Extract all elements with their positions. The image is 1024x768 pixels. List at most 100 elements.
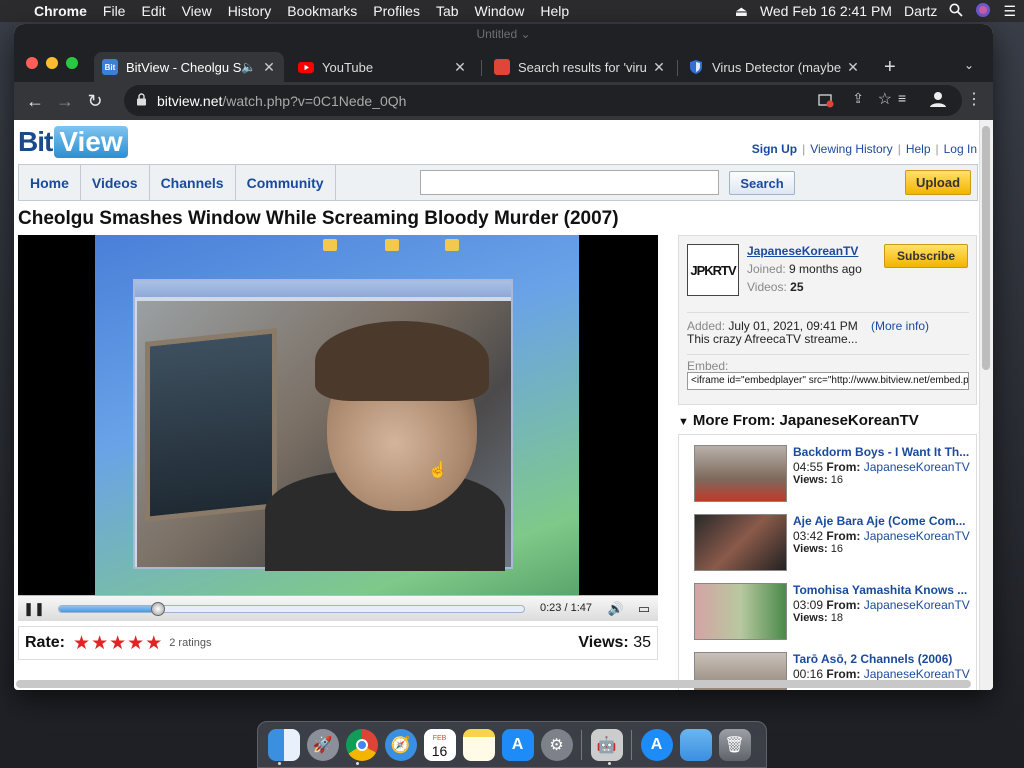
menu-app-name[interactable]: Chrome [26, 0, 95, 22]
finder-icon[interactable] [267, 728, 300, 761]
video-thumbnail[interactable] [694, 514, 787, 571]
tab-search-results[interactable]: Search results for 'viru ✕ [486, 52, 674, 82]
siri-icon[interactable] [975, 2, 991, 21]
menu-window[interactable]: Window [467, 0, 533, 22]
channel-link[interactable]: JapaneseKoreanTV [864, 598, 970, 612]
new-tab-icon[interactable]: + [884, 56, 896, 79]
menu-history[interactable]: History [220, 0, 280, 22]
video-thumbnail[interactable] [694, 583, 787, 640]
subscribe-button[interactable]: Subscribe [884, 244, 968, 268]
help-link[interactable]: Help [906, 142, 931, 156]
star-icon[interactable]: ★ [73, 634, 90, 653]
menu-view[interactable]: View [174, 0, 220, 22]
nav-community[interactable]: Community [236, 165, 336, 200]
menu-help[interactable]: Help [532, 0, 577, 22]
volume-icon[interactable]: 🔊 [602, 597, 630, 621]
blocked-popup-icon[interactable] [818, 92, 834, 111]
star-icon[interactable]: ★ [127, 634, 144, 653]
fullscreen-icon[interactable]: ▭ [630, 597, 658, 621]
zoom-window-button[interactable] [66, 57, 78, 69]
menu-datetime[interactable]: Wed Feb 16 2:41 PM [760, 3, 892, 19]
star-icon[interactable]: ★ [109, 634, 126, 653]
video-frame[interactable] [95, 235, 579, 595]
trash-icon[interactable]: 🗑 [718, 728, 751, 761]
minimize-window-button[interactable] [46, 57, 58, 69]
upload-button[interactable]: Upload [905, 170, 971, 195]
launchpad-icon[interactable]: 🚀 [306, 728, 339, 761]
close-tab-icon[interactable]: ✕ [844, 59, 862, 76]
seek-knob[interactable] [151, 602, 166, 616]
list-item[interactable]: Aje Aje Bara Aje (Come Com... 03:42 From… [679, 504, 976, 571]
lock-icon[interactable] [136, 92, 147, 109]
list-item[interactable]: Backdorm Boys - I Want It Th... 04:55 Fr… [679, 435, 976, 502]
star-icon[interactable]: ★ [91, 634, 108, 653]
related-video-title[interactable]: Backdorm Boys - I Want It Th... [793, 445, 973, 459]
sign-up-link[interactable]: Sign Up [752, 142, 797, 156]
menu-tab[interactable]: Tab [428, 0, 467, 22]
kebab-menu-icon[interactable]: ⋮ [966, 89, 982, 109]
search-button[interactable]: Search [729, 171, 795, 195]
scrollbar-thumb[interactable] [982, 126, 990, 370]
tab-youtube[interactable]: YouTube ✕ [290, 52, 475, 82]
channel-avatar[interactable]: JPKRTV [687, 244, 739, 296]
app-store-icon[interactable]: A [501, 728, 534, 761]
list-item[interactable]: Tomohisa Yamashita Knows ... 03:09 From:… [679, 573, 976, 640]
seek-bar[interactable] [58, 605, 525, 613]
safari-icon[interactable]: 🧭 [384, 728, 417, 761]
video-thumbnail[interactable] [694, 445, 787, 502]
menu-file[interactable]: File [95, 0, 134, 22]
related-video-title[interactable]: Aje Aje Bara Aje (Come Com... [793, 514, 973, 528]
calendar-icon[interactable]: FEB 16 [423, 728, 456, 761]
chrome-icon[interactable] [345, 728, 378, 761]
related-video-title[interactable]: Tarō Asō, 2 Channels (2006) [793, 652, 973, 666]
close-tab-icon[interactable]: ✕ [260, 59, 278, 76]
nav-home[interactable]: Home [19, 165, 81, 200]
log-in-link[interactable]: Log In [944, 142, 977, 156]
automator-icon[interactable]: 🤖 [590, 728, 623, 761]
viewing-history-link[interactable]: Viewing History [810, 142, 892, 156]
star-rating[interactable]: ★ ★ ★ ★ ★ [73, 634, 163, 653]
channel-name-link[interactable]: JapaneseKoreanTV [747, 244, 858, 258]
downloads-folder-icon[interactable] [679, 728, 712, 761]
vertical-scrollbar[interactable] [979, 120, 993, 690]
control-center-icon[interactable]: ☰ [1003, 3, 1016, 20]
eject-icon[interactable]: ⏏ [735, 3, 748, 20]
collapse-triangle-icon[interactable]: ▼ [678, 416, 689, 428]
share-icon[interactable]: ⇪ [852, 90, 864, 107]
related-video-title[interactable]: Tomohisa Yamashita Knows ... [793, 583, 973, 597]
bitview-logo[interactable]: Bit View [18, 126, 128, 158]
more-from-heading[interactable]: ▼ More From: JapaneseKoreanTV [678, 412, 919, 429]
horizontal-scrollbar[interactable] [16, 680, 971, 688]
reload-icon[interactable]: ↻ [80, 86, 110, 116]
menu-bookmarks[interactable]: Bookmarks [279, 0, 365, 22]
menu-user[interactable]: Dartz [904, 3, 937, 19]
nav-channels[interactable]: Channels [150, 165, 236, 200]
channel-link[interactable]: JapaneseKoreanTV [864, 667, 970, 681]
address-bar[interactable]: bitview.net/watch.php?v=0C1Nede_0Qh ⇪ ☆ [124, 85, 962, 116]
forward-icon[interactable]: → [50, 86, 80, 116]
close-tab-icon[interactable]: ✕ [650, 59, 668, 76]
back-icon[interactable]: ← [20, 86, 50, 116]
bookmark-star-icon[interactable]: ☆ [878, 89, 892, 109]
video-player[interactable]: ☝ [18, 235, 658, 595]
profile-avatar-icon[interactable] [929, 90, 947, 113]
embed-code-field[interactable]: <iframe id="embedplayer" src="http://www… [687, 372, 969, 390]
notes-icon[interactable] [462, 728, 495, 761]
app-store-2-icon[interactable]: A [640, 728, 673, 761]
menu-edit[interactable]: Edit [133, 0, 173, 22]
spotlight-search-icon[interactable] [949, 3, 964, 20]
channel-link[interactable]: JapaneseKoreanTV [864, 529, 970, 543]
tab-search-chevron-icon[interactable]: ⌄ [964, 58, 974, 72]
more-info-link[interactable]: (More info) [871, 319, 929, 333]
speaker-icon[interactable]: 🔈 [241, 60, 256, 74]
menu-profiles[interactable]: Profiles [365, 0, 428, 22]
star-icon[interactable]: ★ [145, 634, 162, 653]
close-tab-icon[interactable]: ✕ [451, 59, 469, 76]
channel-link[interactable]: JapaneseKoreanTV [864, 460, 970, 474]
tab-virus-detector[interactable]: Virus Detector (maybe ✕ [680, 52, 868, 82]
nav-videos[interactable]: Videos [81, 165, 150, 200]
system-preferences-icon[interactable]: ⚙ [540, 728, 573, 761]
site-search-input[interactable] [420, 170, 719, 195]
pause-icon[interactable]: ❚❚ [20, 597, 48, 621]
tab-bitview[interactable]: Bit BitView - Cheolgu S 🔈 ✕ [94, 52, 284, 82]
